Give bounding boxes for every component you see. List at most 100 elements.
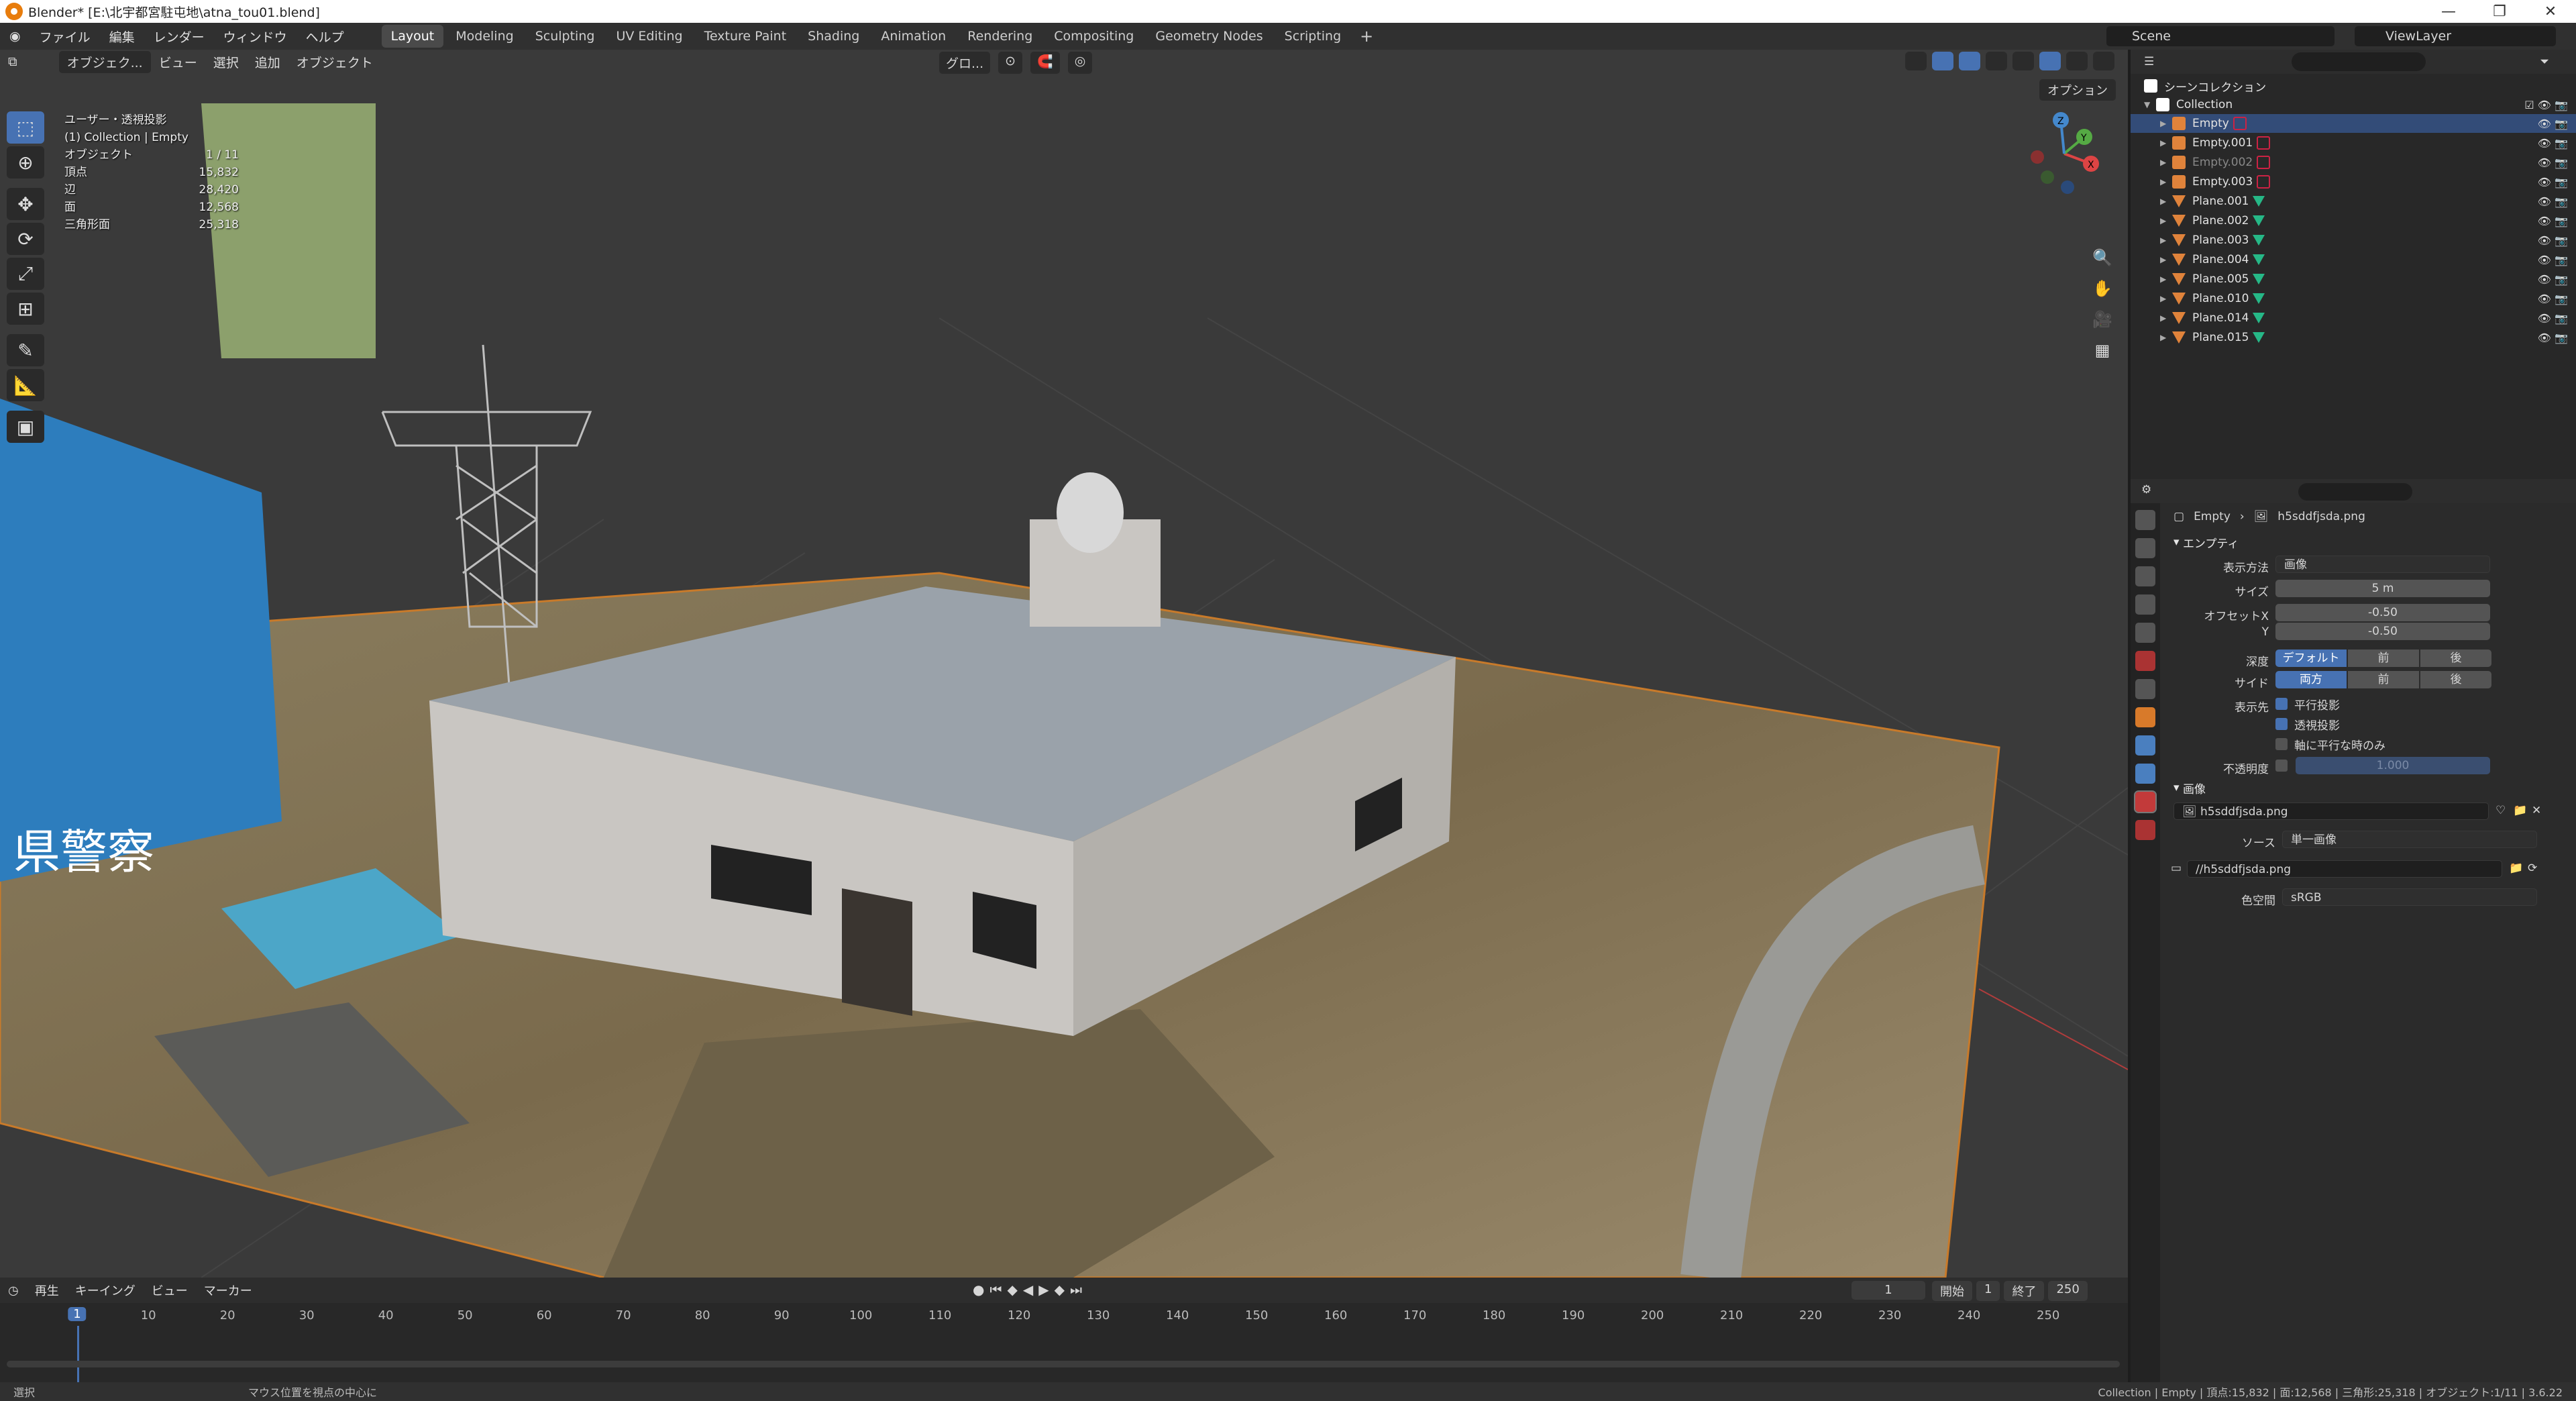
outliner-item[interactable]: ▶ Plane.014 👁 📷 bbox=[2131, 309, 2576, 327]
outliner-item[interactable]: ▶ Plane.015 👁 📷 bbox=[2131, 328, 2576, 347]
data-tab-icon[interactable] bbox=[2134, 790, 2157, 813]
unlink-icon[interactable]: ✕ bbox=[2532, 804, 2541, 817]
visibility-toggles[interactable]: 👁 📷 bbox=[2538, 293, 2568, 305]
tab-layout[interactable]: Layout bbox=[381, 25, 444, 48]
prev-keyframe-icon[interactable]: ◆ bbox=[1007, 1282, 1017, 1298]
start-frame-field[interactable]: 1 bbox=[1976, 1281, 2000, 1301]
view-layer-tab-icon[interactable] bbox=[2135, 594, 2155, 615]
camera-view-icon[interactable]: 🎥 bbox=[2089, 306, 2116, 333]
mode-selector[interactable]: オブジェク... bbox=[58, 50, 151, 73]
add-workspace-button[interactable]: + bbox=[1352, 27, 1381, 46]
visibility-toggles[interactable]: 👁 📷 bbox=[2538, 176, 2568, 189]
visibility-toggles[interactable]: 👁 📷 bbox=[2538, 156, 2568, 169]
menu-playback[interactable]: 再生 bbox=[27, 1282, 67, 1299]
close-button[interactable]: ✕ bbox=[2525, 0, 2576, 23]
gizmo-toggle-icon[interactable] bbox=[1932, 52, 1953, 70]
maximize-button[interactable]: ❐ bbox=[2474, 0, 2525, 23]
tab-rendering[interactable]: Rendering bbox=[958, 25, 1042, 48]
menu-keying[interactable]: キーイング bbox=[67, 1282, 144, 1299]
tab-shading[interactable]: Shading bbox=[798, 25, 869, 48]
tab-sculpting[interactable]: Sculpting bbox=[526, 25, 604, 48]
open-folder-icon[interactable]: 📁 bbox=[2513, 804, 2527, 817]
measure-tool-icon[interactable]: 📐 bbox=[7, 369, 44, 401]
visibility-toggles[interactable]: 👁 📷 bbox=[2538, 117, 2568, 130]
timeline-scrollbar[interactable] bbox=[7, 1361, 2120, 1367]
world-tab-icon[interactable] bbox=[2135, 651, 2155, 671]
tab-geometry-nodes[interactable]: Geometry Nodes bbox=[1146, 25, 1272, 48]
outliner-item[interactable]: ▶ Plane.003 👁 📷 bbox=[2131, 231, 2576, 250]
timeline-editor[interactable]: ◷ 再生 キーイング ビュー マーカー ● ⏮ ◆ ◀ ▶ ◆ ⏭ 1 開始 1… bbox=[0, 1278, 2128, 1386]
visibility-icon[interactable] bbox=[1905, 52, 1927, 70]
visibility-toggles[interactable]: 👁 📷 bbox=[2538, 195, 2568, 208]
zoom-icon[interactable]: 🔍 bbox=[2089, 244, 2116, 271]
visibility-toggles[interactable]: 👁 📷 bbox=[2538, 273, 2568, 286]
pivot-icon[interactable]: ⊙ bbox=[998, 52, 1023, 74]
outliner-item[interactable]: ▶ Empty.002 👁 📷 bbox=[2131, 153, 2576, 172]
menu-render[interactable]: レンダー bbox=[144, 28, 214, 46]
view-layer-selector[interactable]: ViewLayer bbox=[2355, 26, 2556, 46]
visibility-toggles[interactable]: 👁 📷 bbox=[2538, 215, 2568, 227]
fake-user-icon[interactable]: ♡ bbox=[2496, 804, 2506, 817]
outliner-item[interactable]: ▶ Empty.001 👁 📷 bbox=[2131, 134, 2576, 152]
source-dropdown[interactable]: 単一画像 bbox=[2282, 831, 2537, 848]
current-frame-field[interactable]: 1 bbox=[1851, 1281, 1925, 1300]
empty-panel-header[interactable]: ▾ エンプティ bbox=[2164, 530, 2576, 554]
snap-icon[interactable]: 🧲 bbox=[1030, 52, 1060, 74]
play-reverse-icon[interactable]: ◀ bbox=[1023, 1282, 1033, 1298]
depth-back-option[interactable]: 後 bbox=[2420, 650, 2491, 667]
visibility-toggles[interactable]: 👁 📷 bbox=[2538, 234, 2568, 247]
browse-folder-icon[interactable]: 📁 bbox=[2509, 862, 2523, 875]
collection-visibility[interactable]: ☑ 👁 📷 bbox=[2524, 99, 2568, 111]
menu-edit[interactable]: 編集 bbox=[100, 28, 144, 46]
xray-icon[interactable] bbox=[1986, 52, 2007, 70]
texture-tab-icon[interactable] bbox=[2135, 820, 2155, 840]
colorspace-dropdown[interactable]: sRGB bbox=[2282, 888, 2537, 906]
scale-tool-icon[interactable]: ⤢ bbox=[7, 258, 44, 290]
collection-row[interactable]: ▼ Collection ☑ 👁 📷 bbox=[2131, 95, 2576, 114]
visibility-toggles[interactable]: 👁 📷 bbox=[2538, 137, 2568, 150]
outliner[interactable]: ☰ ⏷ シーンコレクション ▼ Collection ☑ 👁 📷 ▶ Empty 👁… bbox=[2131, 50, 2576, 479]
editor-type-icon[interactable]: ⧉ bbox=[0, 52, 25, 71]
annotate-tool-icon[interactable]: ✎ bbox=[7, 334, 44, 366]
offset-x-field[interactable]: -0.50 bbox=[2275, 604, 2490, 621]
proportional-edit-icon[interactable]: ◎ bbox=[1067, 52, 1093, 74]
expand-arrow-icon[interactable]: ▶ bbox=[2160, 119, 2172, 128]
rotate-tool-icon[interactable]: ⟳ bbox=[7, 223, 44, 255]
properties-editor-icon[interactable]: ⚙ bbox=[2141, 483, 2151, 497]
play-icon[interactable]: ▶ bbox=[1038, 1282, 1049, 1298]
properties-editor[interactable]: ⚙ ▢ Empty › 🖼 h5sddfjsda.png ▾ エンプティ 表示方… bbox=[2131, 479, 2576, 1382]
cursor-tool-icon[interactable]: ⊕ bbox=[7, 146, 44, 178]
expand-arrow-icon[interactable]: ▶ bbox=[2160, 313, 2172, 323]
image-panel-header[interactable]: ▾ 画像 bbox=[2164, 776, 2576, 800]
menu-add[interactable]: 追加 bbox=[247, 51, 288, 73]
options-dropdown[interactable]: オプション bbox=[2039, 79, 2116, 101]
blender-menu-icon[interactable]: ◉ bbox=[0, 29, 30, 44]
wireframe-shading-icon[interactable] bbox=[2012, 52, 2034, 70]
expand-arrow-icon[interactable]: ▶ bbox=[2160, 158, 2172, 167]
properties-search-input[interactable] bbox=[2298, 483, 2412, 501]
expand-arrow-icon[interactable]: ▶ bbox=[2160, 216, 2172, 225]
minimize-button[interactable]: — bbox=[2423, 0, 2474, 23]
depth-front-option[interactable]: 前 bbox=[2348, 650, 2419, 667]
outliner-item[interactable]: ▶ Empty 👁 📷 bbox=[2131, 114, 2576, 133]
tool-tab-icon[interactable] bbox=[2135, 510, 2155, 530]
opacity-slider[interactable]: 1.000 bbox=[2296, 757, 2490, 774]
expand-arrow-icon[interactable]: ▶ bbox=[2160, 177, 2172, 187]
end-frame-field[interactable]: 250 bbox=[2048, 1281, 2088, 1301]
show-persp-checkbox[interactable]: 透視投影 bbox=[2275, 715, 2340, 733]
3d-viewport[interactable]: 県警察 ⧉ オブジェク... ビュー 選択 追加 オブジェクト グロ... ⊙ … bbox=[0, 50, 2128, 1278]
menu-marker[interactable]: マーカー bbox=[196, 1282, 260, 1299]
side-front-option[interactable]: 前 bbox=[2348, 671, 2419, 688]
reload-icon[interactable]: ⟳ bbox=[2528, 862, 2537, 875]
menu-window[interactable]: ウィンドウ bbox=[214, 28, 297, 46]
tab-uv-editing[interactable]: UV Editing bbox=[606, 25, 692, 48]
add-cube-tool-icon[interactable]: ▣ bbox=[7, 411, 44, 443]
ortho-grid-icon[interactable]: ▦ bbox=[2089, 337, 2116, 364]
show-ortho-checkbox[interactable]: 平行投影 bbox=[2275, 695, 2340, 713]
next-keyframe-icon[interactable]: ◆ bbox=[1055, 1282, 1065, 1298]
visibility-toggles[interactable]: 👁 📷 bbox=[2538, 331, 2568, 344]
outliner-item[interactable]: ▶ Plane.002 👁 📷 bbox=[2131, 211, 2576, 230]
object-tab-icon[interactable] bbox=[2135, 707, 2155, 727]
expand-arrow-icon[interactable]: ▶ bbox=[2160, 333, 2172, 342]
record-icon[interactable]: ● bbox=[973, 1282, 984, 1298]
